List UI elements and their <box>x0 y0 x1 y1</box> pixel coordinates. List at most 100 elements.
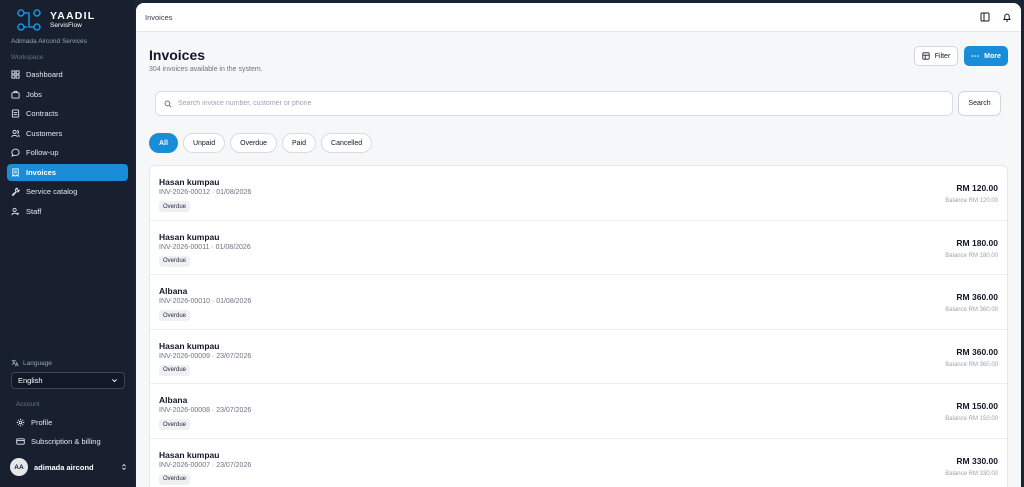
sidebar: YAADIL ServisFlow Adimada Aircond Servic… <box>0 0 135 487</box>
sidebar-item-dashboard[interactable]: Dashboard <box>7 66 128 83</box>
breadcrumb: Invoices <box>145 12 173 22</box>
more-label: More <box>984 52 1001 60</box>
top-bar: Invoices <box>136 3 1021 32</box>
invoice-balance: Balance RM 360.00 <box>945 307 998 313</box>
sidebar-item-customers[interactable]: Customers <box>7 125 128 142</box>
profile-label: Profile <box>31 418 53 427</box>
credit-card-icon <box>16 438 25 445</box>
sidebar-item-label: Jobs <box>26 89 42 99</box>
invoice-row[interactable]: Hasan kumpau INV-2026-00009 · 23/07/2026… <box>150 330 1007 384</box>
language-select[interactable]: English <box>11 372 125 389</box>
document-icon <box>11 109 20 118</box>
search-icon <box>164 100 172 108</box>
invoice-row[interactable]: Hasan kumpau INV-2026-00012 · 01/08/2026… <box>150 166 1007 221</box>
profile-link[interactable]: Profile <box>16 418 52 427</box>
chat-icon <box>11 148 20 157</box>
receipt-icon <box>12 167 19 177</box>
tab-cancelled[interactable]: Cancelled <box>321 133 373 153</box>
user-menu[interactable]: AA adimada aircond <box>10 457 128 477</box>
brand[interactable]: YAADIL ServisFlow <box>16 8 95 32</box>
sidebar-toggle-icon[interactable] <box>980 12 990 22</box>
translate-icon <box>11 359 19 367</box>
customer-name: Hasan kumpau <box>159 340 220 351</box>
status-badge: Overdue <box>159 364 191 376</box>
customer-name: Albana <box>159 286 188 296</box>
invoice-balance: Balance RM 150.00 <box>945 416 998 422</box>
tab-overdue[interactable]: Overdue <box>230 133 277 153</box>
customer-name: Hasan kumpau <box>159 231 220 242</box>
sidebar-item-service-catalog[interactable]: Service catalog <box>7 183 128 200</box>
customer-name: Hasan kumpau <box>159 449 220 460</box>
app-shell: YAADIL ServisFlow Adimada Aircond Servic… <box>0 0 1024 487</box>
invoice-list: Hasan kumpau INV-2026-00012 · 01/08/2026… <box>149 165 1008 487</box>
invoice-meta: INV-2026-00008 · 23/07/2026 <box>159 407 252 414</box>
status-tabs: All Unpaid Overdue Paid Cancelled <box>149 133 373 153</box>
sidebar-item-jobs[interactable]: Jobs <box>7 86 128 103</box>
sidebar-item-contracts[interactable]: Contracts <box>7 105 128 122</box>
more-button[interactable]: More <box>964 46 1008 66</box>
invoice-meta: INV-2026-00010 · 01/08/2026 <box>159 298 252 305</box>
subscription-billing-link[interactable]: Subscription & billing <box>16 437 101 446</box>
user-name: adimada aircond <box>34 462 94 472</box>
grid-icon <box>11 70 20 79</box>
billing-label: Subscription & billing <box>31 437 101 446</box>
avatar: AA <box>10 458 28 476</box>
staff-icon <box>11 207 20 215</box>
brand-product: ServisFlow <box>50 22 82 29</box>
invoice-balance: Balance RM 360.00 <box>945 361 998 368</box>
invoice-amount: RM 360.00 <box>956 292 998 302</box>
invoice-amount: RM 330.00 <box>956 455 998 466</box>
customer-name: Albana <box>159 395 188 405</box>
chevron-up-down-icon <box>122 463 126 471</box>
filter-label: Filter <box>934 52 951 60</box>
invoice-amount: RM 360.00 <box>956 346 998 357</box>
sidebar-item-invoices[interactable]: Invoices <box>7 163 128 181</box>
briefcase-icon <box>11 90 20 99</box>
page-title: Invoices <box>149 47 206 63</box>
sidebar-item-label: Dashboard <box>26 70 63 79</box>
tab-paid[interactable]: Paid <box>282 133 317 153</box>
invoice-row[interactable]: Hasan kumpau INV-2026-00007 · 23/07/2026… <box>150 439 1007 487</box>
workspace-section-label: Workspace <box>11 54 44 61</box>
chevron-down-icon <box>112 379 117 383</box>
page-subtitle: 304 invoices available in the system. <box>149 66 263 73</box>
bell-icon[interactable] <box>1002 12 1012 22</box>
sidebar-item-label: Service catalog <box>26 187 78 196</box>
company-name: Adimada Aircond Services <box>11 38 87 45</box>
tab-unpaid[interactable]: Unpaid <box>182 133 226 153</box>
sidebar-item-label: Follow-up <box>26 148 59 157</box>
logo-icon <box>17 9 41 31</box>
ellipsis-icon <box>971 55 979 57</box>
tab-all[interactable]: All <box>149 133 178 153</box>
wrench-icon <box>11 187 20 196</box>
gear-icon <box>16 418 25 427</box>
sidebar-item-label: Customers <box>26 128 63 138</box>
invoice-amount: RM 120.00 <box>956 183 998 193</box>
invoice-row[interactable]: Hasan kumpau INV-2026-00011 · 01/08/2026… <box>150 221 1007 275</box>
search-input[interactable] <box>178 100 938 107</box>
sidebar-nav: Dashboard Jobs Contracts Customers Follo… <box>7 66 128 222</box>
sidebar-item-staff[interactable]: Staff <box>7 203 128 220</box>
invoice-amount: RM 180.00 <box>956 237 998 248</box>
invoice-meta: INV-2026-00011 · 01/08/2026 <box>159 243 251 251</box>
invoice-balance: Balance RM 330.00 <box>945 470 998 477</box>
language-label: Language <box>11 359 52 367</box>
status-badge: Overdue <box>159 419 191 430</box>
sidebar-item-label: Invoices <box>26 167 57 177</box>
invoice-meta: INV-2026-00012 · 01/08/2026 <box>159 189 252 196</box>
filter-button[interactable]: Filter <box>914 46 958 66</box>
invoice-amount: RM 150.00 <box>956 401 998 411</box>
customer-name: Hasan kumpau <box>159 177 220 187</box>
search-bar <box>155 91 953 116</box>
brand-name: YAADIL <box>50 9 96 22</box>
language-value: English <box>18 376 43 385</box>
search-button[interactable]: Search <box>958 91 1001 116</box>
status-badge: Overdue <box>159 310 191 321</box>
sidebar-item-follow-up[interactable]: Follow-up <box>7 144 128 161</box>
status-badge: Overdue <box>159 255 191 267</box>
invoice-row[interactable]: Albana INV-2026-00008 · 23/07/2026 Overd… <box>150 384 1007 439</box>
status-badge: Overdue <box>159 473 191 485</box>
status-badge: Overdue <box>159 201 191 212</box>
page-header: Invoices 304 invoices available in the s… <box>149 47 263 73</box>
invoice-row[interactable]: Albana INV-2026-00010 · 01/08/2026 Overd… <box>150 275 1007 330</box>
